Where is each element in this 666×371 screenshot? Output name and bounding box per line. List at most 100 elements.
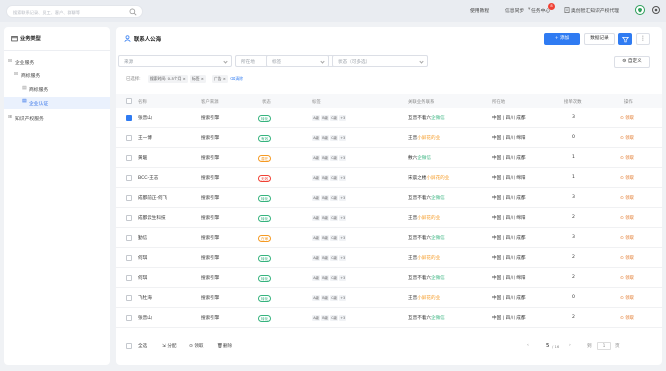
table-row[interactable]: BCC-王志 搜索引擎 无效 A级 B级 C级 +3 宋晨之楼小屏花的业 中国 | 四川 绵阳 1… (116, 168, 662, 188)
customer-source: 搜索引擎 (201, 256, 220, 261)
tag: C级 (330, 215, 339, 221)
contact-name[interactable]: 飞牡海 (138, 295, 152, 301)
settings-icon[interactable] (651, 5, 661, 15)
order-count: 2 (572, 315, 575, 320)
column-header[interactable]: 关联业务联系 (408, 99, 434, 105)
contact-name[interactable]: BCC-王志 (138, 175, 158, 181)
info-sync-menu[interactable]: 信息同步 (505, 7, 524, 14)
collapse-icon[interactable]: ⊟ (14, 72, 18, 77)
assign-button[interactable]: ⇲ 分配 (162, 343, 177, 349)
data-records-button[interactable]: 数据记录 (584, 33, 615, 45)
contact-name[interactable]: 王一博 (138, 135, 152, 141)
filter-chip-ad[interactable]: 广告 × (212, 75, 228, 83)
row-checkbox[interactable] (126, 175, 132, 181)
claim-action[interactable]: ⊙ 领取 (620, 295, 634, 301)
column-header[interactable]: 操作 (624, 99, 633, 105)
claim-action[interactable]: ⊙ 领取 (620, 275, 634, 281)
source-select[interactable]: 来源 (118, 55, 232, 67)
column-header[interactable]: 所在地 (492, 99, 505, 105)
claim-action[interactable]: ⊙ 领取 (620, 195, 634, 201)
claim-action[interactable]: ⊙ 领取 (620, 235, 634, 241)
claim-button[interactable]: ⊙ 领取 (189, 343, 204, 349)
status-multiselect[interactable]: 状态（可多选） (332, 55, 428, 67)
column-header[interactable]: 状态 (262, 99, 271, 105)
page-input[interactable]: 1 (597, 342, 611, 350)
row-checkbox[interactable] (126, 315, 132, 321)
contact-name[interactable]: 成都云生科技 (138, 215, 166, 221)
more-options-icon[interactable]: ⋮ (636, 33, 650, 45)
select-all-label[interactable]: 全选 (138, 343, 147, 349)
related-contact-name: 王晋 (408, 216, 418, 221)
row-checkbox[interactable] (126, 195, 132, 201)
select-all-checkbox[interactable] (126, 98, 132, 104)
next-page-button[interactable]: › (569, 343, 571, 348)
row-checkbox[interactable] (126, 115, 132, 121)
row-checkbox[interactable] (126, 295, 132, 301)
table-row[interactable]: 何琪 搜索引擎 转化 A级 B级 C级 +3 互晋不着六企微信 中国 | 四川 绵阳 2 ⊙ 领取 (116, 268, 662, 288)
table-row[interactable]: 成都云生科技 搜索引擎 转化 A级 B级 C级 +3 王晋小屏花的业 中国 | 四川 绵阳 2 ⊙ … (116, 208, 662, 228)
filter-chip-search-time[interactable]: 搜索时间: 0-5个月 × (148, 75, 188, 83)
order-count: 0 (572, 295, 575, 300)
contact-name[interactable]: 张晋山 (138, 115, 152, 121)
row-checkbox[interactable] (126, 155, 132, 161)
tree-item-trademark-service[interactable]: ⊟ 商标服务 (4, 70, 110, 80)
folder-icon (11, 36, 18, 42)
main-panel: 联系人公海 + 添加 数据记录 ⋮ 来源 所在地 标签 状态（可多选） ⚙ 自定… (116, 27, 662, 365)
row-checkbox[interactable] (126, 255, 132, 261)
table-row[interactable]: 黄暖 搜索引擎 潜在 A级 B级 C级 +3 敷六企微信 中国 | 四川 成都 1 ⊙ 领取 (116, 148, 662, 168)
column-header[interactable]: 客户来源 (201, 99, 219, 105)
tree-item-trademark-service-child[interactable]: ▤ 商标服务 (4, 84, 110, 94)
claim-action[interactable]: ⊙ 领取 (620, 215, 634, 221)
row-checkbox[interactable] (126, 275, 132, 281)
clear-filters-link[interactable]: ⌫清除 (228, 75, 245, 83)
global-search-input[interactable]: 搜索联系记录、员工、客户、群聊等 (6, 5, 143, 18)
select-all-checkbox-footer[interactable] (126, 343, 132, 349)
table-row[interactable]: 何琪 搜索引擎 转化 A级 B级 C级 +3 王晋小屏花的业 中国 | 四川 成都 2 ⊙ 领取 (116, 248, 662, 268)
claim-action[interactable]: ⊙ 领取 (620, 135, 634, 141)
tutorial-link[interactable]: 使用教程 (470, 7, 489, 14)
row-checkbox[interactable] (126, 235, 132, 241)
claim-action[interactable]: ⊙ 领取 (620, 315, 634, 321)
collapse-icon[interactable]: ⊟ (8, 59, 12, 64)
related-contact-sub: 企微信 (430, 236, 445, 241)
avatar[interactable] (635, 5, 645, 15)
filter-toggle-button[interactable] (618, 33, 632, 45)
column-header[interactable]: 标签 (312, 99, 321, 105)
contact-name[interactable]: 黄暖 (138, 155, 147, 161)
table-row[interactable]: 飞牡海 搜索引擎 转化 A级 B级 C级 +3 王晋小屏花的业 中国 | 四川 成都 0 ⊙ 领取 (116, 288, 662, 308)
contact-name[interactable]: 张晋山 (138, 315, 152, 321)
company-switcher[interactable]: 奥创智汇知识产权代理 (571, 7, 619, 14)
table-row[interactable]: 张晋山 搜索引擎 转化 A级 B级 C级 +3 互晋不着六企微信 中国 | 四川 成都 2 ⊙ 领取 (116, 308, 662, 328)
customize-button[interactable]: ⚙ 自定义 (614, 56, 650, 68)
tree-item-enterprise-certification[interactable]: ▤ 企业认证 (4, 97, 110, 109)
clear-label: 清除 (235, 76, 243, 81)
claim-action[interactable]: ⊙ 领取 (620, 155, 634, 161)
contact-name[interactable]: 成都前正-何飞 (138, 195, 167, 201)
task-center-link[interactable]: 任务中心 (531, 7, 550, 14)
claim-action[interactable]: ⊙ 领取 (620, 175, 634, 181)
expand-icon[interactable]: ⊞ (8, 115, 12, 120)
column-header[interactable]: 接单次数 (564, 99, 582, 105)
row-checkbox[interactable] (126, 215, 132, 221)
claim-action[interactable]: ⊙ 领取 (620, 255, 634, 261)
column-header[interactable]: 名称 (138, 99, 147, 105)
tag: +3 (339, 235, 347, 241)
tree-item-ip-service[interactable]: ⊞ 知识产权服务 (4, 113, 110, 123)
row-checkbox[interactable] (126, 135, 132, 141)
claim-action[interactable]: ⊙ 领取 (620, 115, 634, 121)
prev-page-button[interactable]: ‹ (527, 343, 529, 348)
contact-name[interactable]: 勤信 (138, 235, 147, 241)
filter-chip-tag[interactable]: 标签 × (190, 75, 206, 83)
table-row[interactable]: 勤信 搜索引擎 在审 A级 B级 C级 +3 互晋不着六企微信 中国 | 四川 成都 3 ⊙ 领取 (116, 228, 662, 248)
delete-button[interactable]: 🗑删除 (217, 343, 232, 349)
contact-name[interactable]: 何琪 (138, 255, 147, 261)
table-row[interactable]: 张晋山 搜索引擎 转化 A级 B级 C级 +3 互晋不着六企微信 中国 | 四川 成都 3 ⊙ 领取 (116, 108, 662, 128)
tree-item-label: 商标服务 (29, 87, 49, 93)
tag-select[interactable]: 标签 (266, 55, 329, 67)
table-row[interactable]: 王一博 搜索引擎 有效 A级 B级 C级 +3 王晋小屏花的业 中国 | 四川 绵阳 0 ⊙ 领取 (116, 128, 662, 148)
table-row[interactable]: 成都前正-何飞 搜索引擎 转化 A级 B级 C级 +3 互晋不着六企微信 中国 | 四川 成都 3… (116, 188, 662, 208)
add-button[interactable]: + 添加 (544, 33, 580, 45)
contact-name[interactable]: 何琪 (138, 275, 147, 281)
claim-action-label: 领取 (625, 296, 634, 301)
tree-item-enterprise-service[interactable]: ⊟ 企业服务 (4, 57, 110, 67)
